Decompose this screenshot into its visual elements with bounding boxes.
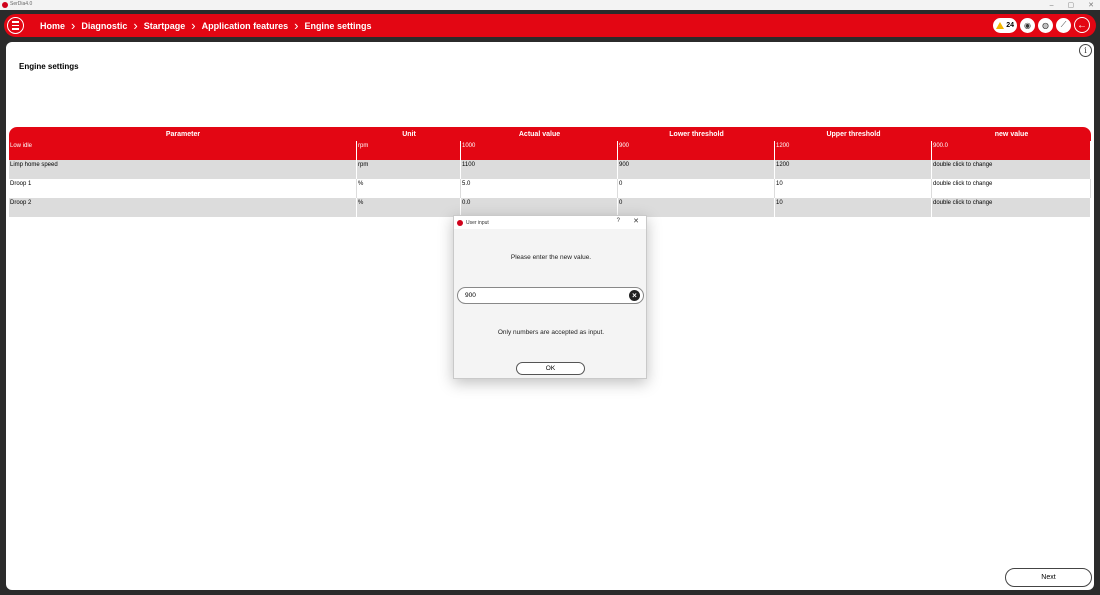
help-icon[interactable]: ?	[617, 218, 620, 224]
info-icon[interactable]: i	[1079, 44, 1092, 57]
cell-new-value[interactable]: double click to change	[932, 160, 1091, 179]
breadcrumb-home[interactable]: Home	[34, 21, 71, 31]
clear-icon[interactable]: ×	[629, 290, 640, 301]
window-close-icon[interactable]: ✕	[1088, 1, 1094, 9]
next-button[interactable]: Next	[1005, 568, 1092, 587]
cell-actual-value: 5.0	[461, 179, 618, 198]
table-row[interactable]: Droop 1 % 5.0 0 10 double click to chang…	[9, 179, 1091, 198]
ok-button[interactable]: OK	[516, 362, 585, 375]
dialog-titlebar: User input ? ✕	[454, 216, 646, 229]
engine-settings-table: Parameter Unit Actual value Lower thresh…	[9, 127, 1091, 217]
value-input-text: 900	[465, 292, 476, 299]
user-input-dialog: User input ? ✕ Please enter the new valu…	[453, 215, 647, 379]
page-title: Engine settings	[19, 62, 79, 71]
cell-parameter: Limp home speed	[9, 160, 357, 179]
value-input[interactable]: 900 ×	[457, 287, 644, 304]
cell-lower-threshold: 900	[618, 160, 775, 179]
breadcrumb-application-features[interactable]: Application features	[196, 21, 295, 31]
cell-unit: rpm	[357, 141, 461, 160]
column-header-upper-threshold: Upper threshold	[826, 130, 881, 138]
breadcrumb-engine-settings[interactable]: Engine settings	[298, 21, 377, 31]
globe-icon[interactable]: ◍	[1038, 17, 1053, 33]
cell-parameter: Low idle	[9, 141, 357, 160]
column-header-new-value: new value	[994, 130, 1029, 138]
link-icon[interactable]: ⟋	[1056, 17, 1071, 33]
dialog-close-icon[interactable]: ✕	[633, 217, 639, 225]
cell-new-value[interactable]: double click to change	[932, 198, 1091, 217]
dialog-title: User input	[466, 219, 489, 226]
cell-new-value[interactable]: 900.0	[932, 141, 1091, 160]
dialog-prompt: Please enter the new value.	[510, 254, 592, 261]
header-actions: 24 ◉ ◍ ⟋ ←	[993, 17, 1090, 33]
breadcrumb-startpage[interactable]: Startpage	[138, 21, 192, 31]
minimize-icon[interactable]: –	[1050, 2, 1054, 9]
warning-badge[interactable]: 24	[993, 17, 1017, 33]
cell-upper-threshold: 10	[775, 198, 932, 217]
column-header-parameter: Parameter	[165, 130, 201, 138]
warning-icon	[996, 21, 1005, 29]
record-icon[interactable]: ◉	[1020, 17, 1035, 33]
table-row[interactable]: Low idle rpm 1000 900 1200 900.0	[9, 141, 1091, 160]
navigation-bar: Home › Diagnostic › Startpage › Applicat…	[4, 14, 1096, 37]
window-controls: – ▢ ✕	[1050, 0, 1094, 10]
cell-lower-threshold: 900	[618, 141, 775, 160]
table-row[interactable]: Limp home speed rpm 1100 900 1200 double…	[9, 160, 1091, 179]
dialog-note: Only numbers are accepted as input.	[497, 329, 605, 336]
cell-upper-threshold: 10	[775, 179, 932, 198]
maximize-icon[interactable]: ▢	[1068, 1, 1075, 9]
cell-parameter: Droop 1	[9, 179, 357, 198]
column-header-actual-value: Actual value	[518, 130, 561, 138]
cell-upper-threshold: 1200	[775, 160, 932, 179]
app-header: Home › Diagnostic › Startpage › Applicat…	[0, 10, 1100, 42]
app-logo-icon	[2, 2, 8, 8]
cell-unit: %	[357, 179, 461, 198]
os-titlebar: SerDia4.0 – ▢ ✕	[0, 0, 1100, 10]
table-header: Parameter Unit Actual value Lower thresh…	[9, 127, 1091, 141]
cell-parameter: Droop 2	[9, 198, 357, 217]
breadcrumb: Home › Diagnostic › Startpage › Applicat…	[34, 14, 377, 37]
back-arrow-icon[interactable]: ←	[1074, 17, 1090, 33]
column-header-unit: Unit	[402, 130, 416, 138]
breadcrumb-diagnostic[interactable]: Diagnostic	[75, 21, 133, 31]
cell-new-value[interactable]: double click to change	[932, 179, 1091, 198]
hamburger-menu-icon[interactable]	[7, 17, 24, 34]
cell-actual-value: 1100	[461, 160, 618, 179]
cell-actual-value: 1000	[461, 141, 618, 160]
cell-upper-threshold: 1200	[775, 141, 932, 160]
cell-lower-threshold: 0	[618, 179, 775, 198]
cell-unit: %	[357, 198, 461, 217]
window-title: SerDia4.0	[10, 1, 33, 7]
cell-unit: rpm	[357, 160, 461, 179]
app-logo-icon	[457, 219, 463, 226]
column-header-lower-threshold: Lower threshold	[669, 130, 724, 138]
warning-count: 24	[1006, 21, 1014, 29]
